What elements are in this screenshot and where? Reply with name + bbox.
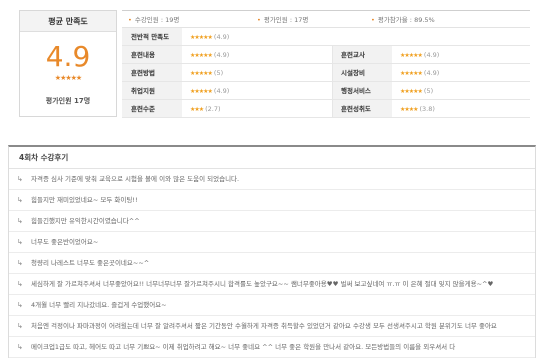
reviews-section: 4회차 수강후기 ↳ 자격증 심사 기준에 맞춰 교육으로 시험을 볼에 이와 많… [8, 145, 536, 358]
reply-arrow-icon: ↳ [17, 280, 23, 288]
star-rating-icon: ★★★★★ [400, 70, 423, 77]
bullet-icon: • [371, 16, 375, 24]
reply-arrow-icon: ↳ [17, 343, 23, 351]
raters-count: 평가인원 : 17명 [263, 16, 309, 24]
reply-arrow-icon: ↳ [17, 301, 23, 309]
review-text: 너무도 좋은반이었어요~ [31, 238, 99, 246]
review-text: 4개월 너무 빨리 지나갔네요. 즐겁게 수업했어요~ [31, 301, 167, 309]
rating-value: (5) [213, 69, 224, 77]
page: 평균 만족도 4.9 ★★★★★ 평가인원 17명 • 수강인원 : 19명 • 평… [0, 0, 540, 358]
review-text: 힘들긴했지만 유익한시간이였습니다^^ [31, 217, 140, 225]
students-count: 수강인원 : 19명 [134, 16, 180, 24]
rating-value: (4.9) [213, 87, 230, 95]
review-item[interactable]: ↳ 힘들긴했지만 유익한시간이였습니다^^ [9, 211, 535, 232]
star-rating-icon: ★★★★★ [190, 52, 213, 59]
review-item[interactable]: ↳ 4개월 너무 빨리 지나갔네요. 즐겁게 수업했어요~ [9, 295, 535, 316]
rating-row-overall: 전반적 만족도 ★★★★★ (4.9) [122, 28, 530, 46]
star-rating-icon: ★★★ [190, 106, 204, 113]
reply-arrow-icon: ↳ [17, 259, 23, 267]
star-rating-icon: ★★★★★ [400, 52, 423, 59]
review-text: 청량리 나레스트 너무도 좋은곳이네요~~^ [31, 259, 150, 267]
reply-arrow-icon: ↳ [17, 238, 23, 246]
review-item[interactable]: ↳ 자격증 심사 기준에 맞춰 교육으로 시험을 볼에 이와 많은 도움이 되었습… [9, 169, 535, 190]
rating-label: 훈련내용 [122, 46, 182, 63]
reply-arrow-icon: ↳ [17, 322, 23, 330]
rating-label: 훈련교사 [332, 46, 392, 63]
star-rating-icon: ★★★★★ [400, 88, 423, 95]
rating-value: (3.8) [419, 105, 435, 113]
rating-label: 훈련성취도 [332, 100, 392, 117]
rating-row: 취업지원 ★★★★★ (4.9) 행정서비스 ★★★★★ (5) [122, 82, 530, 100]
rater-count: 평가인원 17명 [45, 97, 91, 105]
reviews-title: 4회차 수강후기 [9, 147, 535, 169]
review-text: 처음엔 걱정이나 파마과정이 어려웠는데 너무 잘 알려주셔서 짧은 기간동안 … [31, 322, 497, 330]
average-satisfaction-box: 평균 만족도 4.9 ★★★★★ 평가인원 17명 [19, 10, 117, 117]
stats-line: • 수강인원 : 19명 • 평가인원 : 17명 • 평가참가율 : 89.5% [122, 10, 530, 28]
bullet-icon: • [128, 16, 132, 24]
review-item[interactable]: ↳ 힘들지만 재미있었네요~ 모두 화이팅!! [9, 190, 535, 211]
rating-row: 훈련내용 ★★★★★ (4.9) 훈련교사 ★★★★★ (4.9) [122, 46, 530, 64]
rating-value: (2.7) [205, 105, 221, 113]
rating-row: 훈련수준 ★★★ (2.7) 훈련성취도 ★★★★ (3.8) [122, 100, 530, 118]
review-item[interactable]: ↳ 메이크업1급도 따고, 헤어도 따고 너무 기쁘요~ 이제 취업하려고 해요~… [9, 337, 535, 358]
rating-value: (5) [423, 87, 434, 95]
star-rating-icon: ★★★★★ [190, 70, 213, 77]
review-item[interactable]: ↳ 너무도 좋은반이었어요~ [9, 232, 535, 253]
ratings-table: • 수강인원 : 19명 • 평가인원 : 17명 • 평가참가율 : 89.5% 전… [122, 10, 530, 118]
rating-label: 취업지원 [122, 82, 182, 99]
rating-row: 훈련방법 ★★★★★ (5) 시설장비 ★★★★★ (4.9) [122, 64, 530, 82]
review-item[interactable]: ↳ 청량리 나레스트 너무도 좋은곳이네요~~^ [9, 253, 535, 274]
review-item[interactable]: ↳ 처음엔 걱정이나 파마과정이 어려웠는데 너무 잘 알려주셔서 짧은 기간동안… [9, 316, 535, 337]
rating-value: (4.9) [423, 69, 440, 77]
reply-arrow-icon: ↳ [17, 217, 23, 225]
review-text: 메이크업1급도 따고, 헤어도 따고 너무 기쁘요~ 이제 취업하려고 해요~ … [31, 343, 456, 351]
rating-label: 행정서비스 [332, 82, 392, 99]
rating-value: (4.9) [423, 51, 440, 59]
star-rating-icon: ★★★★★ [190, 34, 213, 41]
star-rating-icon: ★★★★★ [190, 88, 213, 95]
rating-label: 시설장비 [332, 64, 392, 81]
reply-arrow-icon: ↳ [17, 196, 23, 204]
average-stars-icon: ★★★★★ [54, 74, 82, 82]
rating-label: 전반적 만족도 [122, 28, 182, 45]
review-text: 세심하게 잘 가르쳐주셔서 너무좋았어요!! 너무너무너무 잘가르쳐주시니 합격… [31, 280, 494, 288]
bullet-icon: • [257, 16, 261, 24]
star-rating-icon: ★★★★ [400, 106, 418, 113]
rating-value: (4.9) [213, 51, 230, 59]
summary-title: 평균 만족도 [20, 11, 116, 32]
rating-value: (4.9) [213, 33, 230, 41]
rating-label: 훈련방법 [122, 64, 182, 81]
rating-label: 훈련수준 [122, 100, 182, 117]
reply-arrow-icon: ↳ [17, 175, 23, 183]
average-score: 4.9 [45, 40, 91, 73]
review-item[interactable]: ↳ 세심하게 잘 가르쳐주셔서 너무좋았어요!! 너무너무너무 잘가르쳐주시니 합… [9, 274, 535, 295]
review-text: 힘들지만 재미있었네요~ 모두 화이팅!! [31, 196, 138, 204]
review-text: 자격증 심사 기준에 맞춰 교육으로 시험을 볼에 이와 많은 도움이 되었습니… [31, 175, 240, 183]
participation-rate: 평가참가율 : 89.5% [377, 16, 435, 24]
